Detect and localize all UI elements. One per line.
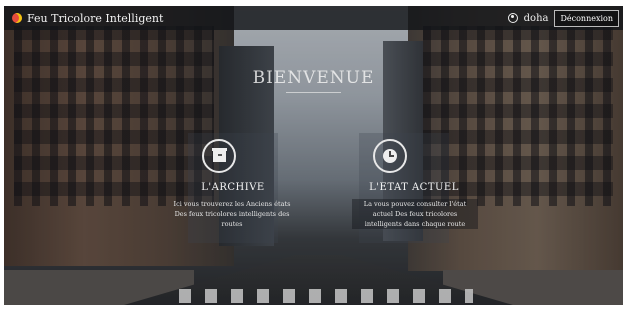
user-area: doha Déconnexion	[507, 9, 619, 27]
title-divider	[286, 92, 341, 93]
current-state-title[interactable]: L'ETAT ACTUEL	[359, 182, 469, 193]
welcome-title: BIENVENUE	[252, 68, 375, 88]
username: doha	[523, 12, 549, 24]
background-street-photo	[4, 6, 623, 305]
archive-icon	[211, 147, 227, 162]
brand-name: Feu Tricolore Intelligent	[27, 11, 164, 25]
overlay-dim	[4, 6, 623, 305]
logout-button[interactable]: Déconnexion	[554, 9, 619, 27]
clock-icon-circle[interactable]	[373, 139, 407, 173]
traffic-light-logo-icon	[12, 13, 22, 23]
current-state-description: La vous pouvez consulter l'état actuel D…	[352, 199, 478, 229]
archive-description: Ici vous trouverez les Anciens états Des…	[173, 200, 291, 228]
top-navbar: Feu Tricolore Intelligent doha Déconnexi…	[4, 6, 623, 30]
user-icon	[507, 13, 518, 23]
brand[interactable]: Feu Tricolore Intelligent	[12, 12, 163, 25]
archive-title[interactable]: L'ARCHIVE	[173, 182, 293, 193]
archive-icon-circle[interactable]	[202, 139, 236, 173]
clock-icon	[383, 149, 397, 163]
